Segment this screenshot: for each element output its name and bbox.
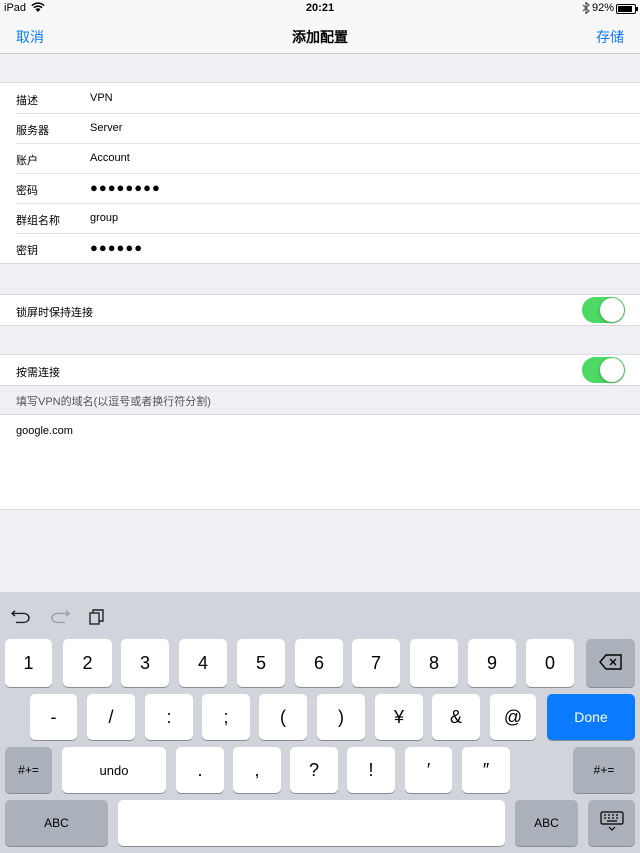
backspace-icon xyxy=(598,653,623,673)
key-8[interactable]: 8 xyxy=(410,639,458,687)
paste-icon[interactable] xyxy=(86,606,108,628)
key-semicolon[interactable]: ; xyxy=(202,694,250,740)
key-double-prime[interactable]: ″ xyxy=(462,747,510,793)
key-at[interactable]: @ xyxy=(490,694,536,740)
lock-keep-group: 锁屏时保持连接 xyxy=(0,294,640,326)
done-key[interactable]: Done xyxy=(547,694,635,740)
on-demand-group: 按需连接 xyxy=(0,354,640,386)
save-button[interactable]: 存储 xyxy=(596,27,624,47)
key-ampersand[interactable]: & xyxy=(432,694,480,740)
group-name-field[interactable]: group xyxy=(90,212,118,224)
status-time: 20:21 xyxy=(305,2,335,14)
key-yen[interactable]: ¥ xyxy=(375,694,423,740)
bluetooth-icon xyxy=(582,1,590,17)
lock-keep-toggle[interactable] xyxy=(582,297,625,323)
key-open-paren[interactable]: ( xyxy=(259,694,307,740)
backspace-key[interactable] xyxy=(586,639,635,687)
key-3[interactable]: 3 xyxy=(121,639,169,687)
account-field[interactable]: Account xyxy=(90,152,130,164)
description-label: 描述 xyxy=(16,95,38,107)
password-row[interactable]: 密码 ●●●●●●●● xyxy=(0,173,640,203)
key-prime[interactable]: ′ xyxy=(405,747,452,793)
vpn-fields-group: 描述 VPN 服务器 Server 账户 Account 密码 ●●●●●●●●… xyxy=(0,82,640,264)
toggle-knob xyxy=(600,358,624,382)
symbols-key-left[interactable]: #+= xyxy=(5,747,52,793)
keyboard-dismiss-icon xyxy=(599,810,624,836)
account-row[interactable]: 账户 Account xyxy=(0,143,640,173)
key-7[interactable]: 7 xyxy=(352,639,400,687)
password-label: 密码 xyxy=(16,185,38,197)
toggle-knob xyxy=(600,298,624,322)
domains-textarea[interactable]: google.com xyxy=(0,414,640,510)
key-6[interactable]: 6 xyxy=(295,639,343,687)
battery-icon xyxy=(616,4,638,14)
group-name-row[interactable]: 群组名称 group xyxy=(0,203,640,233)
key-5[interactable]: 5 xyxy=(237,639,285,687)
key-9[interactable]: 9 xyxy=(468,639,516,687)
domains-header: 填写VPN的域名(以逗号或者换行符分割) xyxy=(16,396,211,408)
server-field[interactable]: Server xyxy=(90,122,122,134)
abc-key-right[interactable]: ABC xyxy=(515,800,578,846)
symbols-key-right[interactable]: #+= xyxy=(573,747,635,793)
secret-field[interactable]: ●●●●●● xyxy=(90,240,143,255)
lock-keep-row: 锁屏时保持连接 xyxy=(0,295,640,325)
server-row[interactable]: 服务器 Server xyxy=(0,113,640,143)
secret-row[interactable]: 密钥 ●●●●●● xyxy=(0,233,640,263)
key-1[interactable]: 1 xyxy=(5,639,52,687)
key-close-paren[interactable]: ) xyxy=(317,694,365,740)
on-demand-toggle[interactable] xyxy=(582,357,625,383)
server-label: 服务器 xyxy=(16,125,49,137)
on-demand-row: 按需连接 xyxy=(0,355,640,385)
navigation-bar: 取消 添加配置 存储 xyxy=(0,18,640,54)
key-period[interactable]: . xyxy=(176,747,224,793)
password-field[interactable]: ●●●●●●●● xyxy=(90,180,161,195)
dismiss-keyboard-key[interactable] xyxy=(588,800,635,846)
undo-key[interactable]: undo xyxy=(62,747,166,793)
redo-icon[interactable] xyxy=(49,606,71,628)
key-slash[interactable]: / xyxy=(87,694,135,740)
abc-key-left[interactable]: ABC xyxy=(5,800,108,846)
key-2[interactable]: 2 xyxy=(63,639,112,687)
on-demand-label: 按需连接 xyxy=(16,367,60,379)
description-row[interactable]: 描述 VPN xyxy=(0,83,640,113)
space-key[interactable] xyxy=(118,800,505,846)
key-comma[interactable]: , xyxy=(233,747,281,793)
keyboard-toolbar xyxy=(0,592,640,638)
undo-icon[interactable] xyxy=(10,606,32,628)
keyboard: 1 2 3 4 5 6 7 8 9 0 - / : ; ( ) ¥ & @ Do… xyxy=(0,592,640,853)
description-field[interactable]: VPN xyxy=(90,92,113,104)
key-question[interactable]: ? xyxy=(290,747,338,793)
account-label: 账户 xyxy=(16,155,38,167)
lock-keep-label: 锁屏时保持连接 xyxy=(16,307,93,319)
secret-label: 密钥 xyxy=(16,245,38,257)
key-0[interactable]: 0 xyxy=(526,639,574,687)
domains-text: google.com xyxy=(16,425,73,437)
key-colon[interactable]: : xyxy=(145,694,193,740)
key-4[interactable]: 4 xyxy=(179,639,227,687)
page-title: 添加配置 xyxy=(292,29,348,45)
key-exclamation[interactable]: ! xyxy=(347,747,395,793)
group-name-label: 群组名称 xyxy=(16,215,60,227)
key-hyphen[interactable]: - xyxy=(30,694,77,740)
battery-percentage: 92% xyxy=(591,2,614,14)
status-bar: iPad 20:21 92% xyxy=(0,0,640,18)
